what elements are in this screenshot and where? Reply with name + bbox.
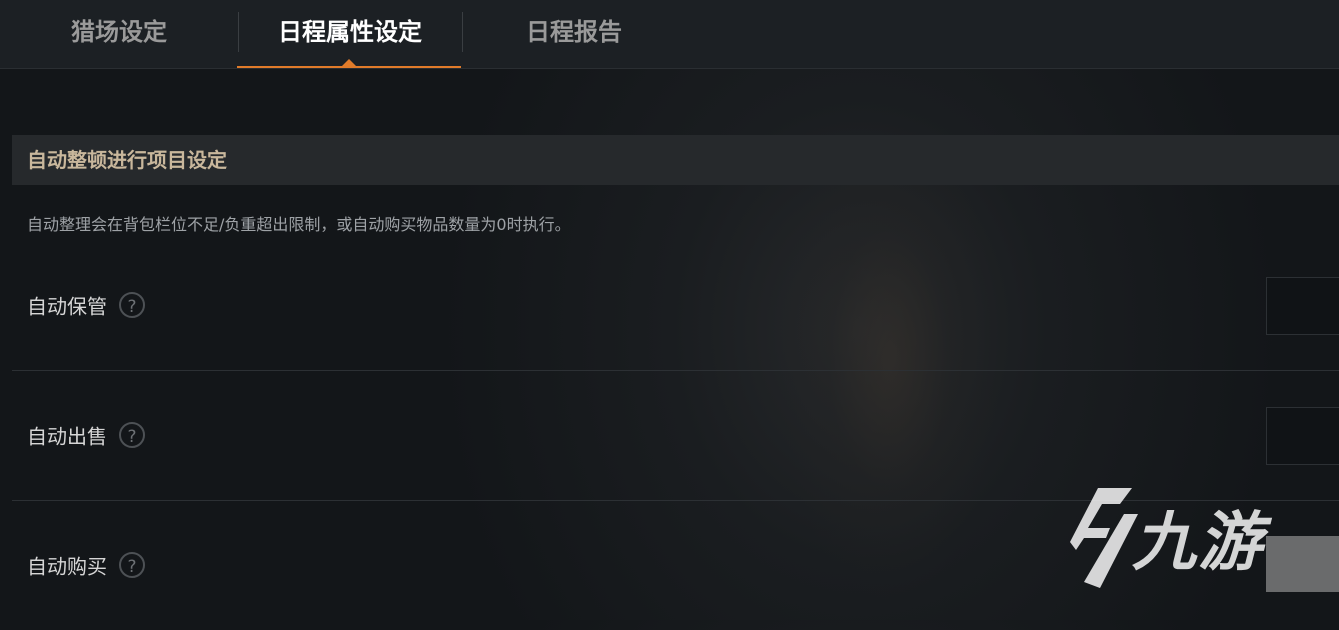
tab-hunting-ground-settings[interactable]: 猎场设定 (0, 0, 238, 68)
section-description: 自动整理会在背包栏位不足/负重超出限制，或自动购买物品数量为0时执行。 (27, 215, 571, 234)
section-header: 自动整顿进行项目设定 (12, 135, 1339, 185)
help-icon[interactable]: ? (119, 552, 145, 578)
auto-sell-selector[interactable] (1266, 407, 1339, 465)
active-tab-caret-icon (341, 59, 357, 67)
setting-label: 自动保管 (27, 294, 107, 319)
help-icon[interactable]: ? (119, 292, 145, 318)
auto-store-selector[interactable] (1266, 277, 1339, 335)
watermark-text: 九游 (1132, 506, 1264, 580)
setting-label: 自动购买 (27, 554, 107, 579)
section-title: 自动整顿进行项目设定 (27, 148, 227, 172)
help-icon[interactable]: ? (119, 422, 145, 448)
tab-schedule-attribute-settings[interactable]: 日程属性设定 (238, 0, 462, 68)
setting-label: 自动出售 (27, 424, 107, 449)
tab-schedule-report[interactable]: 日程报告 (462, 0, 686, 68)
tab-bar: 猎场设定 日程属性设定 日程报告 (0, 0, 1339, 69)
setting-row-auto-store: 自动保管 ? (12, 240, 1339, 370)
